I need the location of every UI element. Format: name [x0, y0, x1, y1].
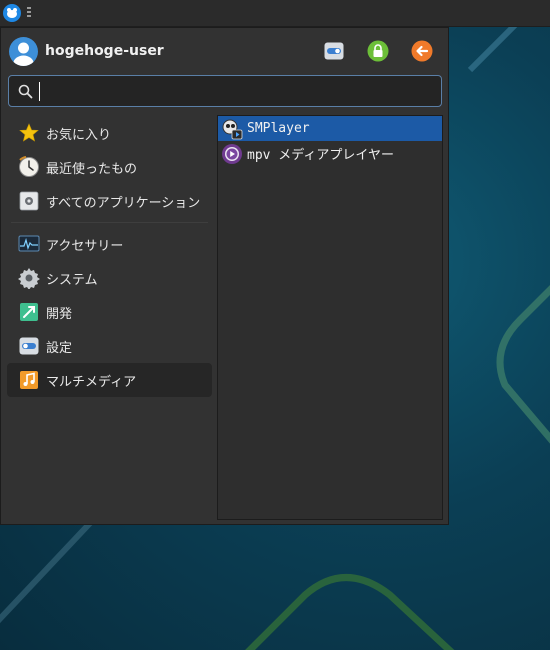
category-label: 開発 [46, 306, 73, 322]
system-gear-icon [18, 267, 40, 289]
category-label: マルチメディア [46, 374, 137, 390]
text-cursor [39, 82, 40, 101]
app-item-mpv[interactable]: mpv メディアプレイヤー [218, 141, 442, 166]
multimedia-icon [18, 369, 40, 391]
clock-icon [18, 156, 40, 178]
accessories-icon [18, 233, 40, 255]
category-label: システム [46, 272, 98, 288]
all-apps-icon [18, 190, 40, 212]
category-favorites[interactable]: お気に入り [7, 116, 212, 150]
search-input[interactable] [37, 79, 437, 105]
toggle-icon [324, 42, 344, 60]
category-development[interactable]: 開発 [7, 295, 212, 329]
app-label: mpv メディアプレイヤー [247, 148, 395, 163]
category-label: 最近使ったもの [46, 161, 138, 177]
category-system[interactable]: システム [7, 261, 212, 295]
logout-arrow-icon [411, 40, 433, 62]
star-icon [18, 122, 40, 144]
top-panel [0, 0, 550, 27]
settings-toggle-button[interactable] [323, 40, 345, 62]
category-settings[interactable]: 設定 [7, 329, 212, 363]
category-accessories[interactable]: アクセサリー [7, 227, 212, 261]
whisker-menu: hogehoge-user お気に入り 最近使ったもの すべてのアプリケーション… [0, 27, 449, 525]
development-icon [18, 301, 40, 323]
logout-button[interactable] [411, 40, 433, 62]
smplayer-icon [221, 118, 243, 140]
search-icon [18, 84, 33, 99]
category-all-apps[interactable]: すべてのアプリケーション [7, 184, 212, 218]
menu-header: hogehoge-user [1, 28, 448, 74]
category-label: お気に入り [46, 127, 112, 143]
category-multimedia[interactable]: マルチメディア [7, 363, 212, 397]
category-label: アクセサリー [46, 238, 124, 254]
panel-drag-handle[interactable] [27, 7, 31, 19]
category-list: お気に入り 最近使ったもの すべてのアプリケーション アクセサリー システム 開… [7, 116, 212, 397]
app-label: SMPlayer [247, 121, 310, 136]
settings-icon [18, 335, 40, 357]
category-label: すべてのアプリケーション [46, 195, 201, 211]
username: hogehoge-user [45, 43, 164, 59]
category-divider [11, 222, 208, 223]
xfce-mouse-icon [7, 8, 17, 18]
search-field[interactable] [8, 75, 442, 107]
mpv-icon [221, 143, 243, 165]
category-recent[interactable]: 最近使ったもの [7, 150, 212, 184]
lock-icon [367, 40, 389, 62]
application-list: SMPlayer mpv メディアプレイヤー [217, 115, 443, 520]
user-avatar-icon [9, 37, 38, 66]
whisker-menu-button[interactable] [3, 4, 21, 22]
lock-screen-button[interactable] [367, 40, 389, 62]
category-label: 設定 [46, 340, 73, 356]
app-item-smplayer[interactable]: SMPlayer [218, 116, 442, 141]
